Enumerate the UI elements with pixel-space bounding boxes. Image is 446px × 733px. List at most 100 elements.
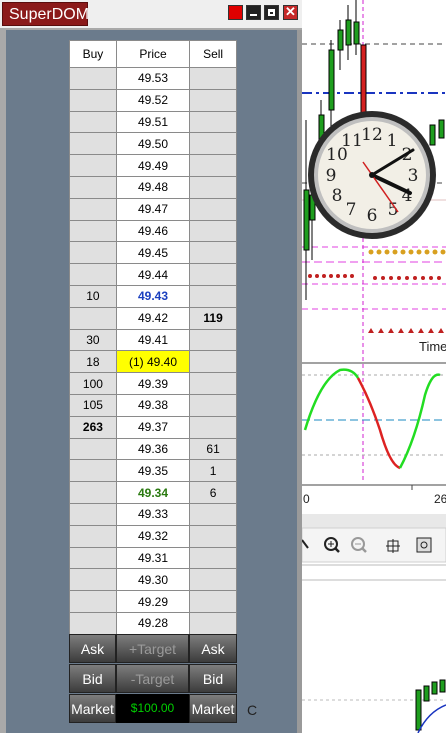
sell-bid-button[interactable]: Bid [189, 664, 237, 693]
sell-cell[interactable] [189, 110, 237, 134]
price-cell[interactable]: 49.36 [115, 437, 191, 461]
buy-cell[interactable]: 18 [69, 350, 117, 374]
buy-cell[interactable] [69, 611, 117, 635]
sell-cell[interactable] [189, 197, 237, 221]
sell-cell[interactable]: 1 [189, 459, 237, 483]
buy-cell[interactable] [69, 154, 117, 177]
price-cell[interactable]: 49.48 [115, 175, 191, 199]
sell-cell[interactable] [189, 88, 237, 112]
sell-cell[interactable] [189, 154, 237, 177]
price-cell[interactable]: 49.50 [115, 132, 191, 156]
maximize-button[interactable] [264, 5, 279, 20]
sell-cell[interactable] [189, 393, 237, 417]
crosshair-icon[interactable] [386, 539, 400, 553]
sell-cell[interactable] [189, 611, 237, 635]
buy-cell[interactable] [69, 219, 117, 243]
sell-cell[interactable] [189, 241, 237, 265]
sell-cell[interactable] [189, 67, 237, 90]
buy-cell[interactable] [69, 88, 117, 112]
link-color-button[interactable] [228, 5, 243, 20]
sell-cell[interactable] [189, 263, 237, 286]
ladder-row: 49.36 61 [69, 437, 237, 461]
buy-cell[interactable] [69, 241, 117, 265]
sell-cell[interactable] [189, 219, 237, 243]
price-cell[interactable]: 49.45 [115, 241, 191, 265]
buy-cell[interactable] [69, 590, 117, 613]
buy-cell[interactable]: 10 [69, 284, 117, 308]
sell-ask-button[interactable]: Ask [189, 634, 237, 663]
price-cell[interactable]: 49.34 [115, 481, 191, 504]
buy-cell[interactable] [69, 437, 117, 461]
title-bar[interactable]: SuperDOM ✕ [0, 0, 302, 28]
price-cell[interactable]: 49.51 [115, 110, 191, 134]
price-cell[interactable]: 49.38 [115, 393, 191, 417]
sell-cell[interactable] [189, 284, 237, 308]
buy-cell[interactable] [69, 546, 117, 570]
minimize-button[interactable] [246, 5, 261, 20]
price-cell[interactable]: 49.47 [115, 197, 191, 221]
sell-cell[interactable]: 61 [189, 437, 237, 461]
close-button[interactable]: ✕ [283, 5, 298, 20]
buy-cell[interactable]: 30 [69, 328, 117, 352]
buy-cell[interactable] [69, 459, 117, 483]
clock-numeral-6: 6 [367, 206, 378, 226]
buy-cell[interactable]: 100 [69, 372, 117, 395]
price-cell[interactable]: 49.37 [115, 415, 191, 439]
price-cell[interactable]: 49.41 [115, 328, 191, 352]
sell-cell[interactable] [189, 524, 237, 548]
price-cell[interactable]: 49.29 [115, 590, 191, 613]
sell-cell[interactable] [189, 175, 237, 199]
price-cell[interactable]: 49.28 [115, 611, 191, 635]
price-cell[interactable]: 49.42 [115, 306, 191, 330]
ladder-row: 49.52 [69, 88, 237, 112]
price-cell[interactable]: 49.52 [115, 88, 191, 112]
sell-cell[interactable] [189, 415, 237, 439]
buy-cell[interactable] [69, 568, 117, 592]
sell-cell[interactable] [189, 568, 237, 592]
price-cell[interactable]: 49.46 [115, 219, 191, 243]
sell-market-button[interactable]: Market [189, 694, 237, 723]
price-cell[interactable]: 49.44 [115, 263, 191, 286]
sell-cell[interactable] [189, 132, 237, 156]
buy-cell[interactable] [69, 502, 117, 526]
price-cell[interactable]: 49.30 [115, 568, 191, 592]
sell-cell[interactable] [189, 372, 237, 395]
buy-cell[interactable] [69, 263, 117, 286]
sell-cell[interactable]: 6 [189, 481, 237, 504]
price-cell[interactable]: 49.33 [115, 502, 191, 526]
sell-cell[interactable] [189, 328, 237, 352]
ladder-row: 49.42 119 [69, 306, 237, 330]
buy-cell[interactable] [69, 197, 117, 221]
price-cell[interactable]: 49.53 [115, 67, 191, 90]
sell-cell[interactable]: 119 [189, 306, 237, 330]
buy-cell[interactable]: 263 [69, 415, 117, 439]
buy-cell[interactable] [69, 110, 117, 134]
price-cell[interactable]: 49.39 [115, 372, 191, 395]
buy-market-button[interactable]: Market [69, 694, 116, 723]
buy-cell[interactable] [69, 132, 117, 156]
ladder-row: 49.32 [69, 524, 237, 548]
price-cell[interactable]: (1) 49.40 [115, 350, 191, 374]
price-cell[interactable]: 49.43 [115, 284, 191, 308]
minus-target-button[interactable]: -Target [116, 664, 189, 693]
buy-cell[interactable] [69, 67, 117, 90]
sell-cell[interactable] [189, 350, 237, 374]
buy-ask-button[interactable]: Ask [69, 634, 116, 663]
plus-target-button[interactable]: +Target [116, 634, 189, 663]
sell-cell[interactable] [189, 546, 237, 570]
buy-cell[interactable] [69, 524, 117, 548]
buy-bid-button[interactable]: Bid [69, 664, 116, 693]
sell-cell[interactable] [189, 502, 237, 526]
buy-cell[interactable] [69, 175, 117, 199]
price-cell[interactable]: 49.35 [115, 459, 191, 483]
ladder-row: 49.53 [69, 67, 237, 90]
sell-cell[interactable] [189, 590, 237, 613]
price-cell[interactable]: 49.49 [115, 154, 191, 177]
buy-cell[interactable]: 105 [69, 393, 117, 417]
ladder-row: 30 49.41 [69, 328, 237, 352]
buy-cell[interactable] [69, 306, 117, 330]
data-box-icon[interactable] [416, 537, 432, 553]
price-cell[interactable]: 49.32 [115, 524, 191, 548]
buy-cell[interactable] [69, 481, 117, 504]
price-cell[interactable]: 49.31 [115, 546, 191, 570]
